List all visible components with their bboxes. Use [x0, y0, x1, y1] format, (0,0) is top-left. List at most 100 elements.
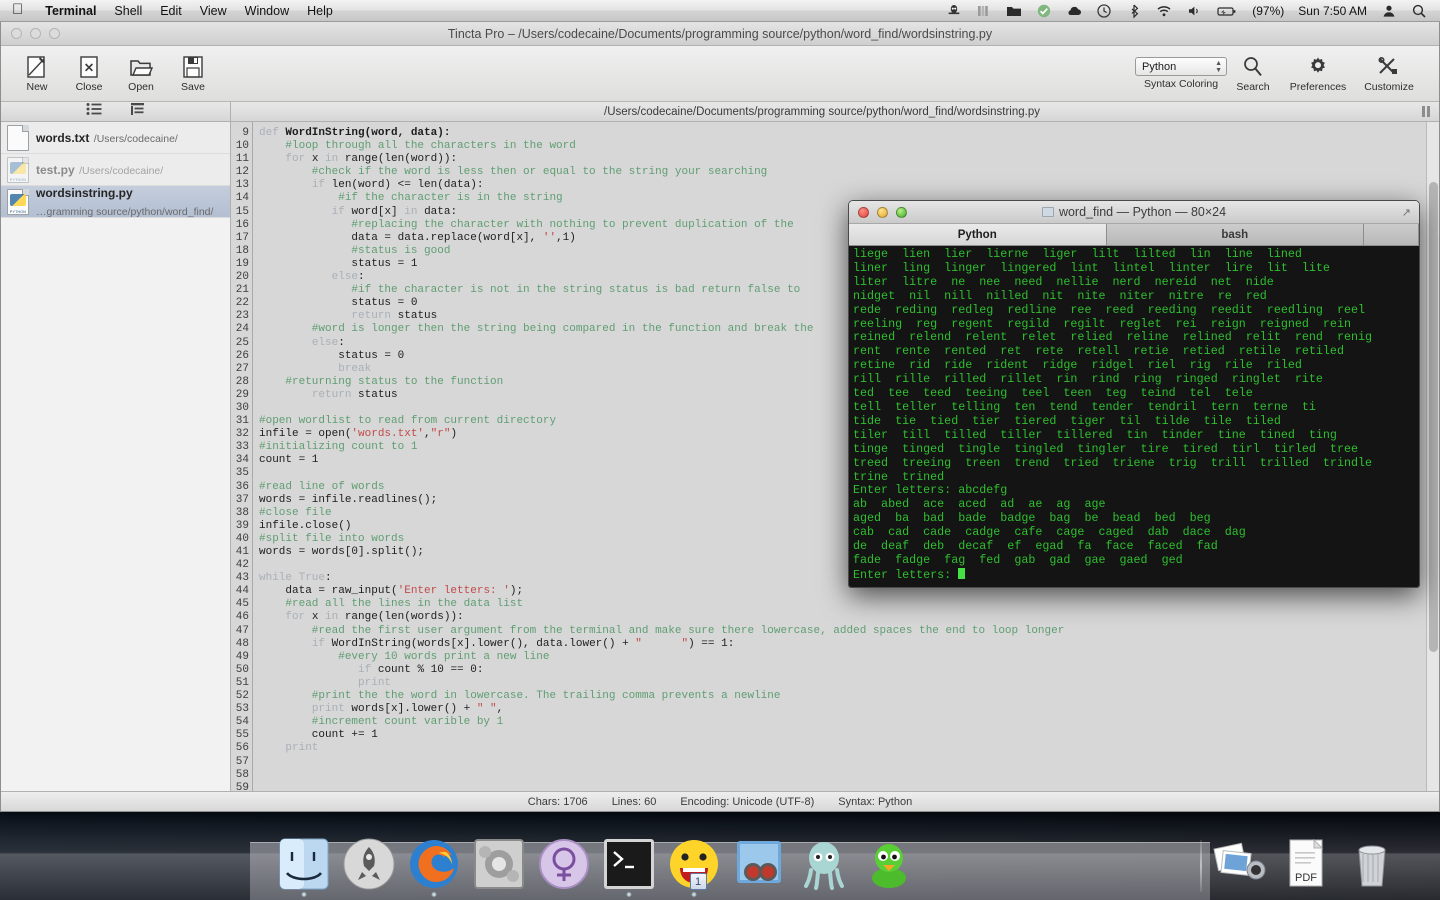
- alfred-hat-icon[interactable]: [939, 0, 969, 22]
- new-document-icon: [24, 54, 50, 80]
- search-icon: [1240, 54, 1266, 80]
- syntax-coloring-control: Python ▲ ▼ Syntax Coloring: [1135, 57, 1227, 90]
- editor-path-bar: /Users/codecaine/Documents/programming s…: [1, 102, 1439, 122]
- folder-icon[interactable]: [999, 0, 1029, 22]
- file-path: …gramming source/python/word_find/: [36, 205, 214, 218]
- time-machine-icon[interactable]: [1089, 0, 1119, 22]
- line-count: Lines: 60: [611, 795, 657, 808]
- volume-icon[interactable]: [1179, 0, 1209, 22]
- menu-item-window[interactable]: Window: [236, 0, 298, 22]
- tab-python[interactable]: Python: [849, 224, 1107, 245]
- dock-item-system-preferences[interactable]: [471, 836, 527, 892]
- file-name: words.txt: [36, 130, 90, 145]
- search-button[interactable]: Search: [1225, 54, 1281, 93]
- file-name: wordsinstring.py: [36, 185, 133, 200]
- preferences-button-label: Preferences: [1289, 81, 1347, 93]
- dropbox-icon[interactable]: [969, 0, 999, 22]
- save-button-label: Save: [181, 81, 205, 93]
- dock-item-yahoo-messenger[interactable]: 1: [666, 836, 722, 897]
- save-button[interactable]: Save: [167, 54, 219, 93]
- terminal-tab-bar: Python bash: [849, 224, 1419, 246]
- list-view-icon[interactable]: [86, 102, 102, 121]
- hammer-wrench-icon: [1376, 54, 1402, 80]
- dock-item-finder-search[interactable]: [731, 836, 787, 892]
- dock-item-trash[interactable]: [1344, 836, 1400, 892]
- save-disk-icon: [180, 54, 206, 80]
- file-path: /Users/codecaine/: [79, 164, 164, 177]
- close-document-icon: [76, 54, 102, 80]
- cleanmymac-icon[interactable]: [1029, 0, 1059, 22]
- user-account-icon[interactable]: [1374, 0, 1404, 22]
- folder-icon: [1041, 207, 1054, 217]
- editor-toolbar: New Close Open Save Python ▲ ▼ Syntax Co…: [1, 46, 1439, 102]
- syntax-coloring-label: Syntax Coloring: [1143, 78, 1219, 90]
- dock-item-photos-stack[interactable]: [1212, 836, 1268, 892]
- battery-icon[interactable]: [1209, 0, 1245, 22]
- new-button[interactable]: New: [11, 54, 63, 93]
- dock-item-duck[interactable]: [861, 836, 917, 892]
- tab-bash[interactable]: bash: [1107, 224, 1364, 245]
- split-pane-icon[interactable]: [1413, 106, 1439, 117]
- search-button-label: Search: [1236, 81, 1270, 93]
- menu-bar:  Terminal Shell Edit View Window Help: [0, 0, 1440, 22]
- dock-separator: [1200, 840, 1202, 892]
- list-item[interactable]: PYTHON test.py /Users/codecaine/: [1, 154, 230, 186]
- terminal-output[interactable]: liege lien lier lierne liger lilt lilted…: [849, 246, 1419, 587]
- list-item-selected[interactable]: PYTHON wordsinstring.py …gramming source…: [1, 186, 230, 218]
- file-list-sidebar: words.txt /Users/codecaine/ PYTHON test.…: [1, 122, 231, 791]
- bluetooth-icon[interactable]: [1119, 0, 1149, 22]
- close-button[interactable]: Close: [63, 54, 115, 93]
- terminal-window: word_find — Python — 80×24 ↗ Python bash…: [848, 200, 1420, 588]
- line-number-gutter: 9 10 11 12 13 14 15 16 17 18 19 20 21 22…: [231, 122, 253, 791]
- code-scrollbar-thumb[interactable]: [1429, 182, 1438, 652]
- dock-item-launchpad[interactable]: [341, 836, 397, 892]
- menu-item-edit[interactable]: Edit: [151, 0, 191, 22]
- text-file-icon: [7, 124, 29, 151]
- customize-button[interactable]: Customize: [1355, 54, 1423, 93]
- menu-item-shell[interactable]: Shell: [105, 0, 151, 22]
- list-item[interactable]: words.txt /Users/codecaine/: [1, 122, 230, 154]
- close-button-label: Close: [75, 81, 103, 93]
- terminal-window-title: word_find — Python — 80×24: [849, 205, 1419, 219]
- preferences-button[interactable]: Preferences: [1283, 54, 1353, 93]
- open-button[interactable]: Open: [115, 54, 167, 93]
- dock-item-finder[interactable]: [276, 836, 332, 897]
- encoding-label: Encoding: Unicode (UTF-8): [680, 795, 815, 808]
- cloud-icon[interactable]: [1059, 0, 1089, 22]
- sidebar-empty-area: [1, 218, 230, 791]
- new-button-label: New: [26, 81, 48, 93]
- editor-toolbar-right: Python ▲ ▼ Syntax Coloring Search Prefere…: [1135, 54, 1429, 93]
- dock-item-squid[interactable]: [796, 836, 852, 892]
- char-count: Chars: 1706: [527, 795, 588, 808]
- terminal-title-text: word_find — Python — 80×24: [1058, 205, 1227, 219]
- menu-item-help[interactable]: Help: [298, 0, 342, 22]
- apple-menu-icon[interactable]: : [0, 2, 36, 17]
- syntax-coloring-select[interactable]: Python ▲ ▼: [1135, 57, 1227, 76]
- dock-item-firefox[interactable]: [406, 836, 462, 897]
- terminal-title-bar[interactable]: word_find — Python — 80×24 ↗: [849, 201, 1419, 224]
- dock: 1 PDF: [0, 812, 1440, 900]
- syntax-coloring-value: Python: [1142, 60, 1177, 73]
- menu-item-view[interactable]: View: [191, 0, 236, 22]
- file-path: /Users/codecaine/: [93, 132, 178, 145]
- svg-text:PDF: PDF: [1295, 872, 1317, 884]
- dock-app-items: 1: [276, 836, 917, 897]
- wifi-icon[interactable]: [1149, 0, 1179, 22]
- customize-button-label: Customize: [1364, 81, 1414, 93]
- syntax-label: Syntax: Python: [838, 795, 913, 808]
- tab-new[interactable]: [1364, 224, 1419, 245]
- python-file-icon: PYTHON: [7, 156, 29, 183]
- notification-badge: 1: [689, 873, 707, 890]
- dock-item-pdf-document[interactable]: PDF: [1278, 836, 1334, 892]
- chevron-updown-icon: ▲ ▼: [1215, 59, 1222, 74]
- dock-item-terminal[interactable]: [601, 836, 657, 897]
- editor-title-bar[interactable]: Tincta Pro – /Users/codecaine/Documents/…: [1, 22, 1439, 46]
- spotlight-search-icon[interactable]: [1404, 0, 1434, 22]
- menu-item-terminal[interactable]: Terminal: [36, 0, 105, 22]
- code-scrollbar[interactable]: [1426, 122, 1439, 791]
- outline-view-icon[interactable]: [130, 102, 146, 121]
- python-file-icon: PYTHON: [7, 188, 29, 215]
- open-folder-icon: [128, 54, 154, 80]
- dock-item-transmission[interactable]: [536, 836, 592, 892]
- menu-bar-clock[interactable]: Sun 7:50 AM: [1291, 0, 1374, 22]
